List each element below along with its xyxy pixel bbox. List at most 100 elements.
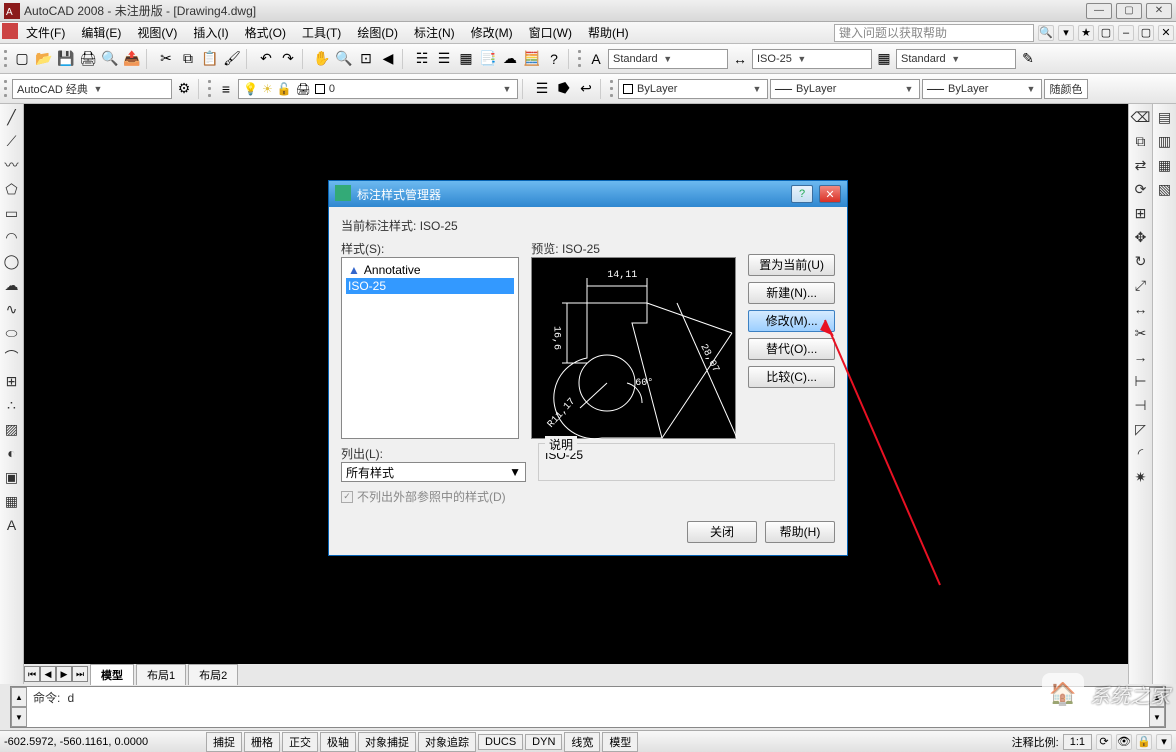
dc-icon[interactable]: ☰ xyxy=(434,49,454,69)
minimize-button[interactable]: — xyxy=(1086,3,1112,19)
text-icon[interactable]: A xyxy=(3,516,21,534)
menu-help[interactable]: 帮助(H) xyxy=(580,22,637,43)
child-close-icon[interactable]: ✕ xyxy=(1158,25,1174,41)
stretch-icon[interactable]: ↔ xyxy=(1132,300,1150,318)
palette4-icon[interactable]: ▧ xyxy=(1156,180,1174,198)
gradient-icon[interactable]: ◐ xyxy=(3,444,21,462)
menu-modify[interactable]: 修改(M) xyxy=(463,22,521,43)
menu-tools[interactable]: 工具(T) xyxy=(294,22,349,43)
tab-last-icon[interactable]: ⏭ xyxy=(72,666,88,682)
tab-layout2[interactable]: 布局2 xyxy=(188,664,238,685)
modify-button[interactable]: 修改(M)... xyxy=(748,310,835,332)
match-icon[interactable]: 🖌 xyxy=(222,49,242,69)
tab-layout1[interactable]: 布局1 xyxy=(136,664,186,685)
recent-icon[interactable]: ▾ xyxy=(1058,25,1074,41)
child-min-icon[interactable]: – xyxy=(1118,25,1134,41)
help-icon[interactable]: ? xyxy=(544,49,564,69)
tab-prev-icon[interactable]: ◀ xyxy=(40,666,56,682)
arc-icon[interactable]: ◠ xyxy=(3,228,21,246)
color-combo[interactable]: ByLayer▼ xyxy=(618,79,768,99)
offset-icon[interactable]: ⟳ xyxy=(1132,180,1150,198)
layermgr-icon[interactable]: ≡ xyxy=(216,79,236,99)
mirror-icon[interactable]: ⇄ xyxy=(1132,156,1150,174)
xline-icon[interactable]: ⟋ xyxy=(3,132,21,150)
anno-vis-icon[interactable]: 👁 xyxy=(1116,734,1132,750)
plotstyle-combo[interactable]: 随颜色 xyxy=(1044,79,1088,99)
erase-icon[interactable]: ⌫ xyxy=(1132,108,1150,126)
open-icon[interactable]: 📂 xyxy=(34,49,54,69)
palette2-icon[interactable]: ▥ xyxy=(1156,132,1174,150)
preview-icon[interactable]: 🔍 xyxy=(100,49,120,69)
maximize-button[interactable]: ▢ xyxy=(1116,3,1142,19)
palette3-icon[interactable]: ▦ xyxy=(1156,156,1174,174)
status-model[interactable]: 模型 xyxy=(602,732,638,752)
region-icon[interactable]: ▣ xyxy=(3,468,21,486)
undo-icon[interactable]: ↶ xyxy=(256,49,276,69)
textstyle-icon[interactable]: A xyxy=(586,49,606,69)
textstyle-combo[interactable]: Standard▼ xyxy=(608,49,728,69)
dialog-close-icon[interactable]: ✕ xyxy=(819,185,841,203)
cmd-up-icon[interactable]: ▲ xyxy=(11,687,27,707)
help-search-input[interactable]: 键入问题以获取帮助 xyxy=(834,24,1034,42)
infocenter-icon[interactable]: ▢ xyxy=(1098,25,1114,41)
menu-view[interactable]: 视图(V) xyxy=(129,22,185,43)
dialog-help-icon[interactable]: ? xyxy=(791,185,813,203)
tab-first-icon[interactable]: ⏮ xyxy=(24,666,40,682)
set-current-button[interactable]: 置为当前(U) xyxy=(748,254,835,276)
layerprev-icon[interactable]: ↩ xyxy=(576,79,596,99)
layertools-icon[interactable]: ⭓ xyxy=(554,79,574,99)
point-icon[interactable]: ∴ xyxy=(3,396,21,414)
search-icon[interactable]: 🔍 xyxy=(1038,25,1054,41)
status-dyn[interactable]: DYN xyxy=(525,734,562,750)
sheetset-icon[interactable]: 📑 xyxy=(478,49,498,69)
ellipsearc-icon[interactable]: ⌒ xyxy=(3,348,21,366)
status-snap[interactable]: 捕捉 xyxy=(206,732,242,752)
publish-icon[interactable]: 📤 xyxy=(122,49,142,69)
new-button[interactable]: 新建(N)... xyxy=(748,282,835,304)
block-icon[interactable]: ⊞ xyxy=(3,372,21,390)
scale-icon[interactable]: ⤢ xyxy=(1132,276,1150,294)
dimstyle-combo[interactable]: ISO-25▼ xyxy=(752,49,872,69)
join-icon[interactable]: ⊣ xyxy=(1132,396,1150,414)
tray-icon[interactable]: ▾ xyxy=(1156,734,1172,750)
child-max-icon[interactable]: ▢ xyxy=(1138,25,1154,41)
pline-icon[interactable]: 〰 xyxy=(3,156,21,174)
trim-icon[interactable]: ✂ xyxy=(1132,324,1150,342)
mleader-icon[interactable]: ✎ xyxy=(1018,49,1038,69)
menu-insert[interactable]: 插入(I) xyxy=(185,22,236,43)
paste-icon[interactable]: 📋 xyxy=(200,49,220,69)
copy-icon[interactable]: ⧉ xyxy=(178,49,198,69)
tab-next-icon[interactable]: ▶ xyxy=(56,666,72,682)
zoom-rt-icon[interactable]: 🔍 xyxy=(334,49,354,69)
redo-icon[interactable]: ↷ xyxy=(278,49,298,69)
status-grid[interactable]: 栅格 xyxy=(244,732,280,752)
menu-draw[interactable]: 绘图(D) xyxy=(349,22,406,43)
rect-icon[interactable]: ▭ xyxy=(3,204,21,222)
zoom-prev-icon[interactable]: ◀ xyxy=(378,49,398,69)
print-icon[interactable]: 🖨 xyxy=(78,49,98,69)
grip[interactable] xyxy=(4,49,10,69)
array-icon[interactable]: ⊞ xyxy=(1132,204,1150,222)
explode-icon[interactable]: ✷ xyxy=(1132,468,1150,486)
menu-format[interactable]: 格式(O) xyxy=(237,22,294,43)
status-osnap[interactable]: 对象捕捉 xyxy=(358,732,416,752)
polygon-icon[interactable]: ⬠ xyxy=(3,180,21,198)
compare-button[interactable]: 比较(C)... xyxy=(748,366,835,388)
status-polar[interactable]: 极轴 xyxy=(320,732,356,752)
anno-scale-icon[interactable]: ⟳ xyxy=(1096,734,1112,750)
palette1-icon[interactable]: ▤ xyxy=(1156,108,1174,126)
status-ortho[interactable]: 正交 xyxy=(282,732,318,752)
markup-icon[interactable]: ☁ xyxy=(500,49,520,69)
spline-icon[interactable]: ∿ xyxy=(3,300,21,318)
favorite-icon[interactable]: ★ xyxy=(1078,25,1094,41)
anno-ratio[interactable]: 1:1 xyxy=(1063,734,1092,750)
workspace-combo[interactable]: AutoCAD 经典▼ xyxy=(12,79,172,99)
linetype-combo[interactable]: ──ByLayer▼ xyxy=(770,79,920,99)
status-lwt[interactable]: 线宽 xyxy=(564,732,600,752)
menu-window[interactable]: 窗口(W) xyxy=(521,22,580,43)
fillet-icon[interactable]: ◜ xyxy=(1132,444,1150,462)
grip[interactable] xyxy=(610,79,616,99)
grip[interactable] xyxy=(208,79,214,99)
layer-combo[interactable]: 💡☀🔓🖨 0▼ xyxy=(238,79,518,99)
move-icon[interactable]: ✥ xyxy=(1132,228,1150,246)
